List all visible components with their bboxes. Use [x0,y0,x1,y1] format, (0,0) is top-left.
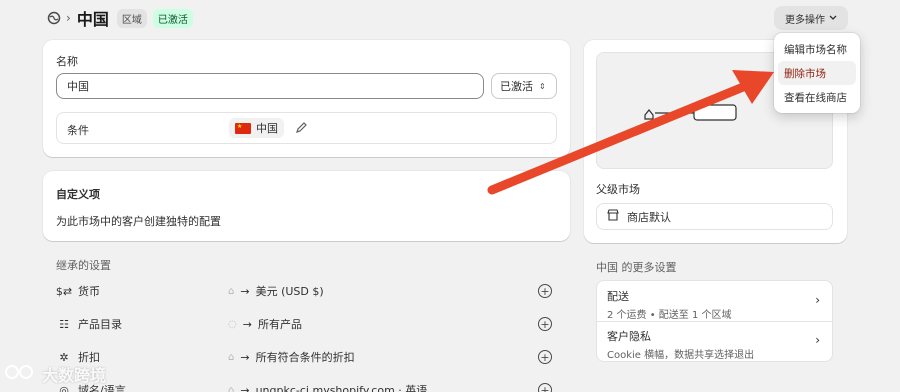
catalog-value: 所有产品 [257,318,302,331]
catalog-value-group: ◌ → 所有产品 [228,315,302,333]
store-icon: ⌂ [228,285,235,297]
condition-value: 中国 [256,122,278,135]
page-header: › 中国 区域 已激活 [46,6,900,30]
select-arrows-icon: ⇕ [539,81,546,91]
menu-item-edit-name[interactable]: 编辑市场名称 [778,37,856,61]
menu-item-view-store[interactable]: 查看在线商店 [778,85,856,109]
page-title: 中国 [76,10,109,29]
add-domain-icon[interactable]: + [538,383,552,392]
currency-value: 美元 (USD $) [255,285,324,298]
chevron-right-icon[interactable]: › [815,293,820,307]
privacy-subtitle: Cookie 横幅，数据共享选择退出 [607,350,755,361]
store-icon: ⌂ [228,384,235,392]
store-icon [607,209,619,224]
customization-title: 自定义项 [56,188,100,201]
store-icon: ⌂ [228,351,235,363]
watermark-logo-icon [4,362,38,386]
name-label: 名称 [56,55,78,68]
more-settings-box: 配送 2 个运费 • 配送至 1 个区域 › 客户隐私 Cookie 横幅，数据… [596,280,833,362]
name-input[interactable]: 中国 [56,73,484,99]
watermark: 大数跨境 [4,362,106,386]
shipping-row[interactable]: 配送 2 个运费 • 配送至 1 个区域 [607,288,732,321]
catalog-label: 产品目录 [78,318,122,331]
store-default-label: 商店默认 [627,210,671,224]
arrow-right-icon: → [242,317,252,331]
arrow-right-icon: → [240,350,250,364]
customization-card: 自定义项 为此市场中的客户创建独特的配置 [43,171,570,241]
status-select-value: 已激活 [500,80,533,93]
menu-item-delete-market[interactable]: 删除市场 [778,61,856,85]
condition-box: 条件 中国 [56,112,557,144]
shipping-title: 配送 [607,290,629,303]
name-card: 名称 中国 已激活 ⇕ 条件 中国 [43,40,570,157]
more-settings-heading: 中国 的更多设置 [596,261,677,274]
discount-value: 所有符合条件的折扣 [255,351,355,364]
currency-row[interactable]: $⇄ 货币 [56,282,100,300]
divider [597,321,832,322]
domain-value-group: ⌂ → ungpkc-ci.myshopify.com · 英语 [228,381,427,392]
inherited-heading: 继承的设置 [56,259,111,272]
watermark-text: 大数跨境 [42,366,107,385]
china-flag-icon [235,122,251,134]
breadcrumb-separator-icon: › [66,11,71,25]
pencil-icon[interactable] [295,121,308,137]
add-catalog-icon[interactable]: + [538,317,552,331]
parent-market-label: 父级市场 [596,183,640,196]
arrow-right-icon: → [240,284,250,298]
store-default-item[interactable]: 商店默认 [596,203,833,230]
globe-icon: ◌ [228,318,237,330]
status-select[interactable]: 已激活 ⇕ [491,73,557,99]
privacy-title: 客户隐私 [607,330,651,343]
customization-description: 为此市场中的客户创建独特的配置 [56,215,221,228]
privacy-row[interactable]: 客户隐私 Cookie 横幅，数据共享选择退出 [607,328,754,361]
discount-value-group: ⌂ → 所有符合条件的折扣 [228,348,355,366]
arrow-right-icon: → [240,383,250,392]
currency-icon: $⇄ [55,284,73,298]
catalog-icon: ☷ [59,317,69,331]
name-input-value: 中国 [67,80,89,93]
chevron-right-icon[interactable]: › [815,333,820,347]
status-badge: 已激活 [152,8,193,28]
shipping-subtitle: 2 个运费 • 配送至 1 个区域 [607,310,732,321]
domain-value: ungpkc-ci.myshopify.com · 英语 [255,384,428,392]
currency-value-group: ⌂ → 美元 (USD $) [228,282,324,300]
more-actions-menu: 编辑市场名称 删除市场 查看在线商店 [774,33,860,113]
chevron-down-icon [829,13,837,24]
condition-pill: 中国 [229,118,284,138]
markets-icon[interactable] [46,10,62,26]
more-actions-label: 更多操作 [785,14,825,26]
condition-label: 条件 [67,124,89,137]
add-currency-icon[interactable]: + [538,284,552,298]
currency-label: 货币 [78,285,100,298]
more-actions-button[interactable]: 更多操作 [774,6,848,30]
catalog-row[interactable]: ☷ 产品目录 [56,315,122,333]
region-badge: 区域 [116,8,147,28]
add-discount-icon[interactable]: + [538,350,552,364]
